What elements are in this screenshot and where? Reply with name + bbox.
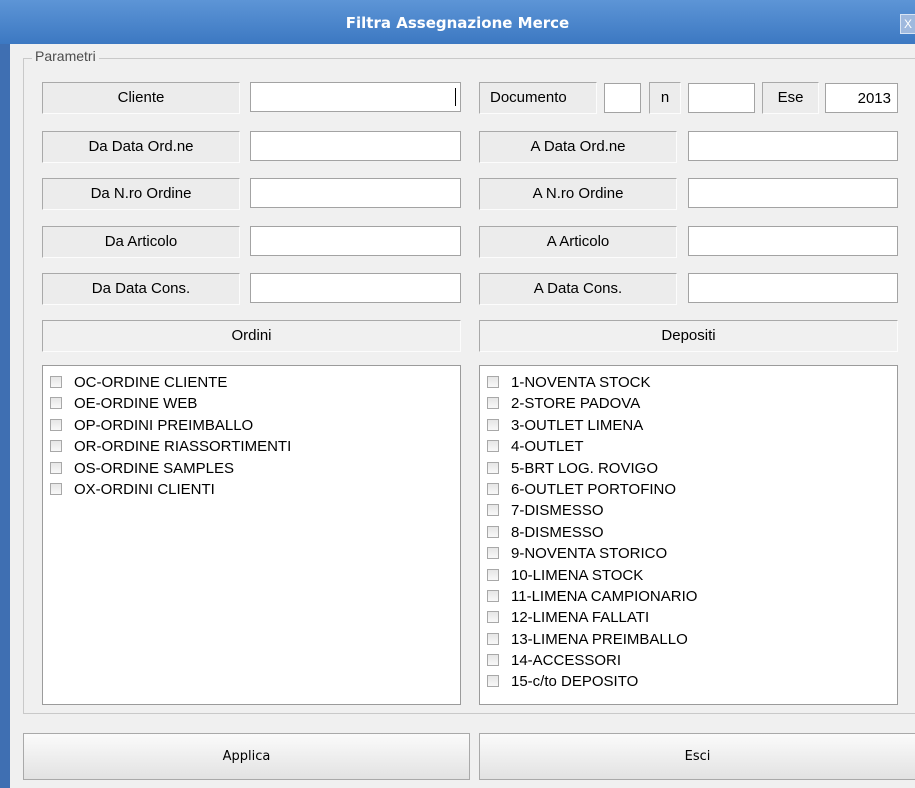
numero-label: n: [649, 82, 681, 114]
list-item[interactable]: 2-STORE PADOVA: [480, 393, 897, 414]
list-item-label: OE-ORDINE WEB: [74, 395, 198, 413]
a-numero-ordine-label: A N.ro Ordine: [479, 178, 677, 210]
list-item-label: 15-c/to DEPOSITO: [511, 673, 639, 691]
list-item[interactable]: 9-NOVENTA STORICO: [480, 543, 897, 564]
a-data-consegna-input[interactable]: [688, 273, 898, 303]
checkbox[interactable]: [487, 482, 499, 495]
list-item-label: 1-NOVENTA STOCK: [511, 374, 651, 391]
a-articolo-input[interactable]: [688, 226, 898, 256]
list-item-label: OS-ORDINE SAMPLES: [74, 459, 235, 477]
list-item-label: OC-ORDINE CLIENTE: [74, 374, 228, 391]
list-item-label: 11-LIMENA CAMPIONARIO: [511, 587, 698, 605]
list-item[interactable]: OC-ORDINE CLIENTE: [43, 372, 460, 393]
list-item[interactable]: OX-ORDINI CLIENTI: [43, 479, 460, 500]
list-item[interactable]: OP-ORDINI PREIMBALLO: [43, 415, 460, 436]
checkbox[interactable]: [487, 525, 499, 538]
checkbox[interactable]: [487, 547, 499, 560]
list-item[interactable]: 12-LIMENA FALLATI: [480, 607, 897, 628]
list-item[interactable]: 11-LIMENA CAMPIONARIO: [480, 586, 897, 607]
esercizio-input[interactable]: [825, 83, 898, 113]
list-item-label: OX-ORDINI CLIENTI: [74, 480, 215, 498]
checkbox[interactable]: [50, 418, 62, 431]
list-item[interactable]: 8-DISMESSO: [480, 522, 897, 543]
list-item[interactable]: 13-LIMENA PREIMBALLO: [480, 629, 897, 650]
da-numero-ordine-input[interactable]: [250, 178, 461, 208]
list-item[interactable]: OR-ORDINE RIASSORTIMENTI: [43, 436, 460, 457]
list-item[interactable]: 6-OUTLET PORTOFINO: [480, 479, 897, 500]
da-numero-ordine-label: Da N.ro Ordine: [42, 178, 240, 210]
depositi-header: Depositi: [479, 320, 898, 352]
depositi-list[interactable]: 1-NOVENTA STOCK 2-STORE PADOVA 3-OUTLET LI…: [479, 365, 898, 705]
list-item-label: 12-LIMENA FALLATI: [511, 609, 650, 627]
list-item[interactable]: 5-BRT LOG. ROVIGO: [480, 458, 897, 479]
parametri-legend: Parametri: [32, 48, 99, 64]
checkbox[interactable]: [487, 376, 499, 388]
da-articolo-input[interactable]: [250, 226, 461, 256]
checkbox[interactable]: [487, 568, 499, 581]
a-articolo-label: A Articolo: [479, 226, 677, 258]
checkbox[interactable]: [487, 632, 499, 645]
documento-label: Documento: [479, 82, 597, 114]
checkbox[interactable]: [50, 461, 62, 474]
checkbox[interactable]: [487, 461, 499, 474]
list-item-label: 4-OUTLET: [511, 438, 584, 456]
window-title: Filtra Assegnazione Merce: [345, 14, 570, 32]
list-item[interactable]: 14-ACCESSORI: [480, 650, 897, 671]
list-item[interactable]: 7-DISMESSO: [480, 500, 897, 521]
applica-button[interactable]: Applica: [23, 733, 470, 780]
checkbox[interactable]: [487, 675, 499, 688]
checkbox[interactable]: [50, 397, 62, 410]
esercizio-label: Ese: [762, 82, 819, 114]
documento-number-input[interactable]: [688, 83, 755, 113]
ordini-header: Ordini: [42, 320, 461, 352]
a-data-ordine-input[interactable]: [688, 131, 898, 161]
list-item[interactable]: 1-NOVENTA STOCK: [480, 372, 897, 393]
list-item-label: 13-LIMENA PREIMBALLO: [511, 630, 688, 648]
esci-button[interactable]: Esci: [479, 733, 915, 780]
list-item[interactable]: 10-LIMENA STOCK: [480, 565, 897, 586]
cliente-label: Cliente: [42, 82, 240, 114]
checkbox[interactable]: [487, 504, 499, 517]
a-numero-ordine-input[interactable]: [688, 178, 898, 208]
list-item[interactable]: 3-OUTLET LIMENA: [480, 415, 897, 436]
da-articolo-label: Da Articolo: [42, 226, 240, 258]
list-item[interactable]: 15-c/to DEPOSITO: [480, 671, 897, 692]
ordini-list[interactable]: OC-ORDINE CLIENTE OE-ORDINE WEB OP-ORDINI …: [42, 365, 461, 705]
da-data-consegna-input[interactable]: [250, 273, 461, 303]
close-button[interactable]: X: [900, 14, 915, 34]
checkbox[interactable]: [50, 482, 62, 495]
checkbox[interactable]: [487, 418, 499, 431]
checkbox[interactable]: [487, 440, 499, 453]
list-item-label: 3-OUTLET LIMENA: [511, 416, 644, 434]
cliente-input[interactable]: [250, 82, 461, 112]
window-left-border: [0, 0, 10, 788]
da-data-ordine-input[interactable]: [250, 131, 461, 161]
a-data-consegna-label: A Data Cons.: [479, 273, 677, 305]
list-item-label: 7-DISMESSO: [511, 502, 604, 520]
checkbox[interactable]: [487, 611, 499, 624]
checkbox[interactable]: [50, 376, 62, 388]
checkbox[interactable]: [487, 589, 499, 602]
list-item-label: 5-BRT LOG. ROVIGO: [511, 459, 658, 477]
checkbox[interactable]: [487, 654, 499, 667]
list-item-label: OR-ORDINE RIASSORTIMENTI: [74, 438, 292, 456]
da-data-ordine-label: Da Data Ord.ne: [42, 131, 240, 163]
title-bar[interactable]: Filtra Assegnazione Merce X: [0, 0, 915, 44]
list-item-label: 10-LIMENA STOCK: [511, 566, 644, 584]
a-data-ordine-label: A Data Ord.ne: [479, 131, 677, 163]
checkbox[interactable]: [50, 440, 62, 453]
da-data-consegna-label: Da Data Cons.: [42, 273, 240, 305]
documento-series-input[interactable]: [604, 83, 641, 113]
list-item[interactable]: OS-ORDINE SAMPLES: [43, 458, 460, 479]
list-item[interactable]: 4-OUTLET: [480, 436, 897, 457]
list-item-label: 14-ACCESSORI: [511, 652, 622, 670]
list-item-label: 8-DISMESSO: [511, 523, 604, 541]
text-cursor: [455, 88, 456, 106]
checkbox[interactable]: [487, 397, 499, 410]
list-item-label: OP-ORDINI PREIMBALLO: [74, 416, 254, 434]
list-item[interactable]: OE-ORDINE WEB: [43, 393, 460, 414]
list-item-label: 9-NOVENTA STORICO: [511, 545, 668, 563]
list-item-label: 2-STORE PADOVA: [511, 395, 641, 413]
list-item-label: 6-OUTLET PORTOFINO: [511, 480, 677, 498]
